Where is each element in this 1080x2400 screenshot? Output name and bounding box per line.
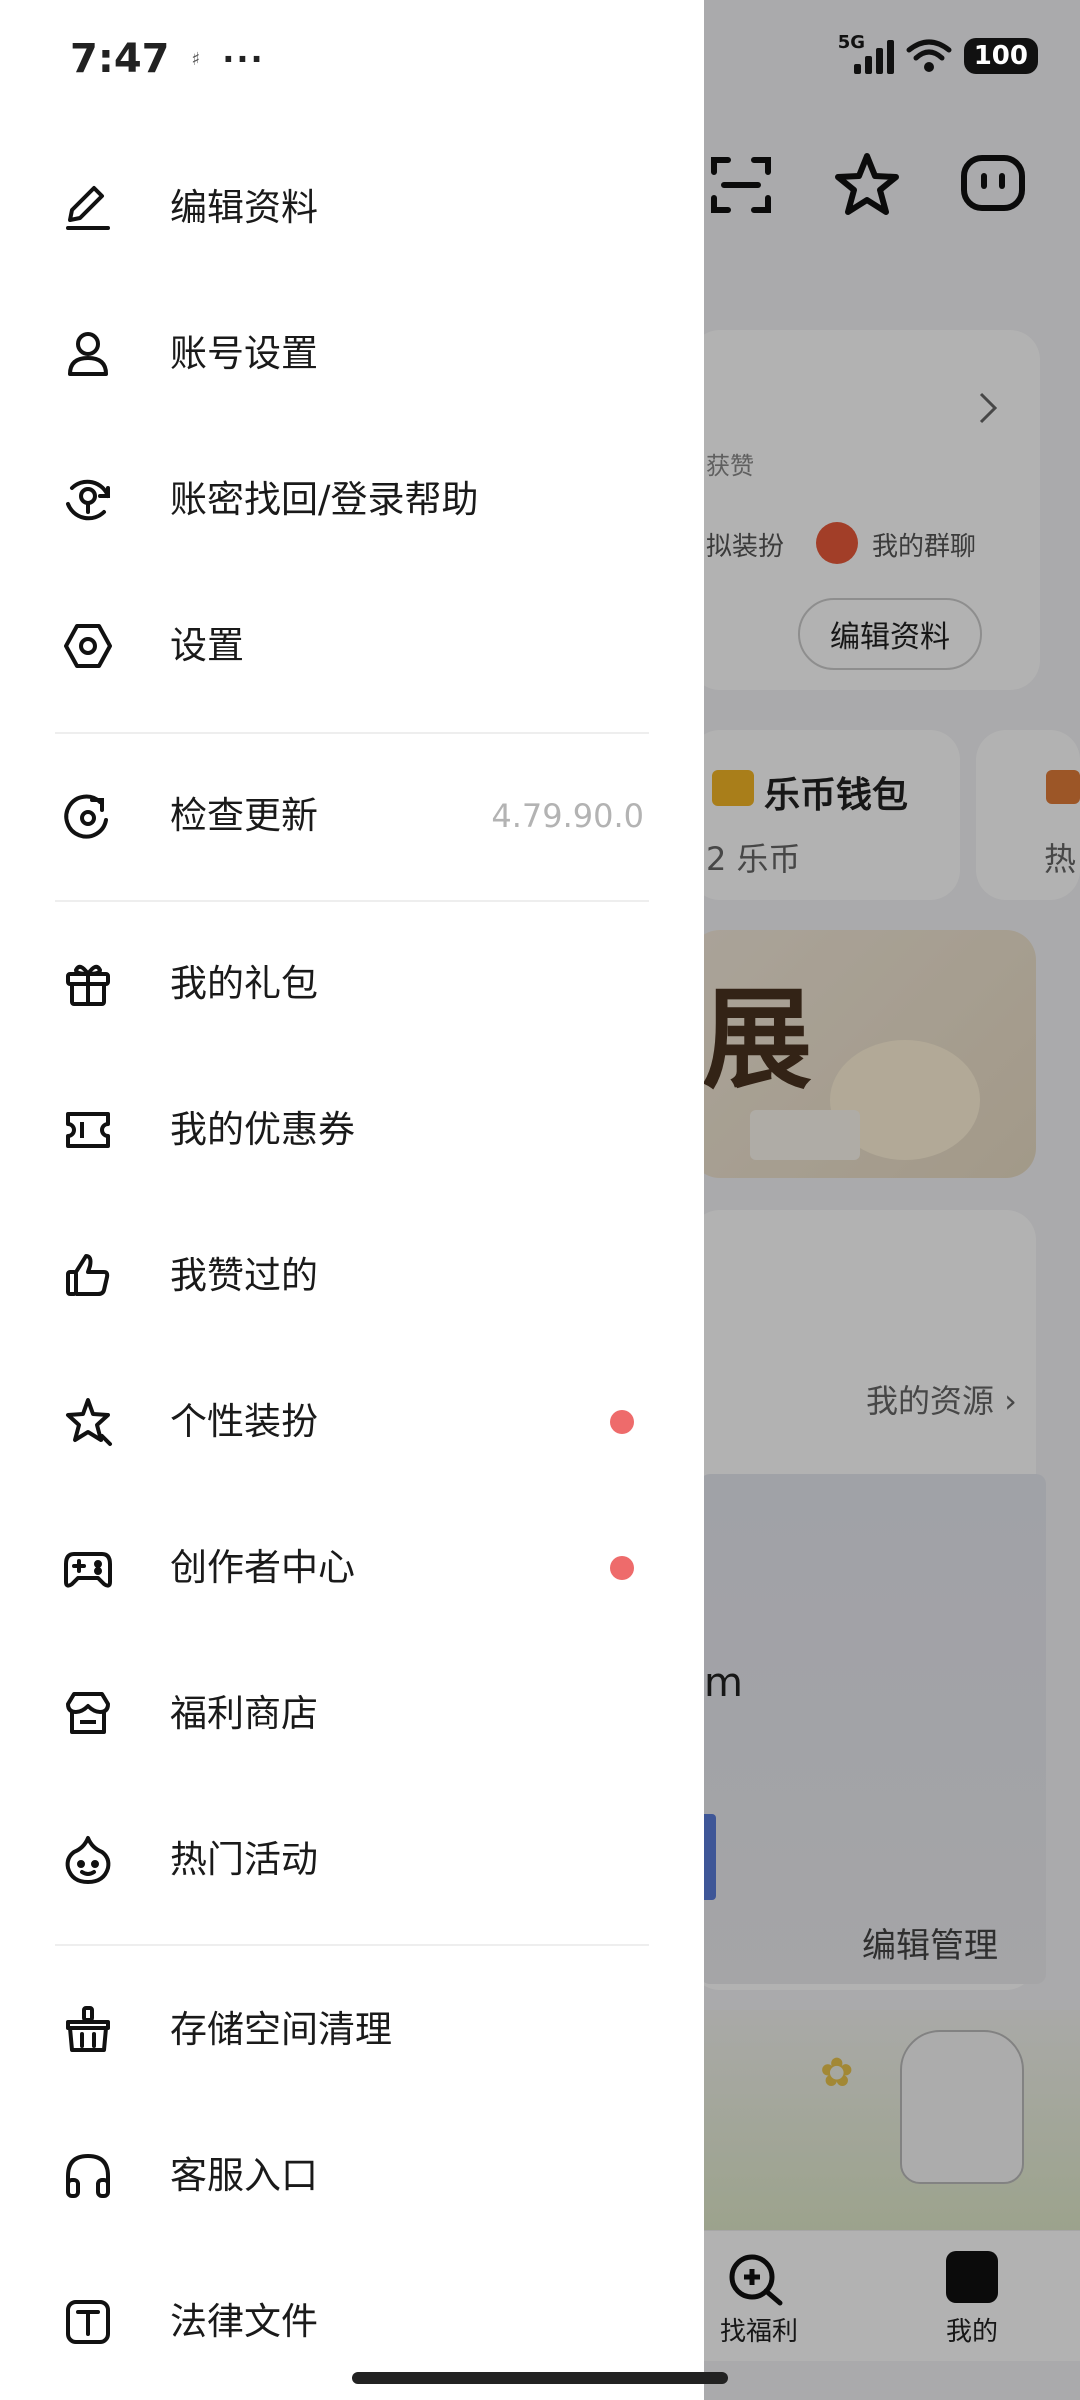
menu-item-hot-events[interactable]: 热门活动 [0, 1800, 704, 1920]
star-dress-icon [62, 1396, 114, 1448]
status-right: 5G 100 [838, 32, 1038, 74]
red-dot-badge [610, 1556, 634, 1580]
home-indicator[interactable] [352, 2372, 728, 2384]
menu-item-account-recovery[interactable]: 账密找回/登录帮助 [0, 440, 704, 560]
battery-icon: 100 [963, 38, 1038, 74]
menu-label: 设置 [170, 624, 244, 667]
menu-label: 福利商店 [170, 1692, 318, 1735]
menu-label: 我的礼包 [170, 962, 318, 1005]
divider [55, 1944, 649, 1946]
edit-icon [62, 182, 114, 234]
clock: 7:47 [70, 36, 170, 82]
menu-label: 客服入口 [170, 2154, 318, 2197]
menu-item-check-update[interactable]: 检查更新 4.79.90.0 [0, 756, 704, 876]
legal-doc-icon [62, 2296, 114, 2348]
headphones-icon [62, 2150, 114, 2202]
settings-icon [62, 620, 114, 672]
menu-label: 账号设置 [170, 332, 318, 375]
more-notifications-icon: ··· [222, 40, 265, 78]
status-left: 7:47 ♯ ··· [70, 36, 265, 82]
menu-label: 我的优惠券 [170, 1108, 355, 1151]
menu-label: 法律文件 [170, 2300, 318, 2343]
menu-label: 创作者中心 [170, 1546, 355, 1589]
key-recover-icon [62, 474, 114, 526]
menu-label: 检查更新 [170, 794, 318, 837]
menu-label: 我赞过的 [170, 1254, 318, 1297]
red-dot-badge [610, 1410, 634, 1434]
store-icon [62, 1688, 114, 1740]
menu-label: 个性装扮 [170, 1400, 318, 1443]
user-icon [62, 328, 114, 380]
wifi-icon [906, 39, 952, 72]
notification-icon: ♯ [191, 48, 201, 70]
thumbs-up-icon [62, 1250, 114, 1302]
side-drawer: 7:47 ♯ ··· 编辑资料 账号设置 账密找回/登录帮助 设置 检查更新 4… [0, 0, 704, 2400]
menu-item-coupons[interactable]: 我的优惠券 [0, 1070, 704, 1190]
clean-basket-icon [62, 2004, 114, 2056]
menu-label: 热门活动 [170, 1838, 318, 1881]
signal-icon: 5G [838, 32, 894, 74]
divider [55, 732, 649, 734]
menu-label: 编辑资料 [170, 186, 318, 229]
gift-icon [62, 958, 114, 1010]
menu-item-dress-up[interactable]: 个性装扮 [0, 1362, 704, 1482]
menu-item-customer-service[interactable]: 客服入口 [0, 2116, 704, 2236]
menu-label: 存储空间清理 [170, 2008, 392, 2051]
menu-item-storage-clean[interactable]: 存储空间清理 [0, 1970, 704, 2090]
menu-item-edit-profile[interactable]: 编辑资料 [0, 148, 704, 268]
update-icon [62, 790, 114, 842]
menu-label: 账密找回/登录帮助 [170, 478, 479, 521]
coupon-icon [62, 1104, 114, 1156]
menu-item-creator-center[interactable]: 创作者中心 [0, 1508, 704, 1628]
gamepad-icon [62, 1542, 114, 1594]
menu-item-account-settings[interactable]: 账号设置 [0, 294, 704, 414]
scrim-overlay[interactable] [700, 0, 1080, 2400]
menu-item-liked[interactable]: 我赞过的 [0, 1216, 704, 1336]
network-type: 5G [837, 32, 866, 53]
menu-item-legal-docs[interactable]: 法律文件 [0, 2262, 704, 2382]
menu-item-welfare-store[interactable]: 福利商店 [0, 1654, 704, 1774]
version-number: 4.79.90.0 [491, 797, 644, 835]
divider [55, 900, 649, 902]
activity-icon [62, 1834, 114, 1886]
menu-item-settings[interactable]: 设置 [0, 586, 704, 706]
menu-item-gifts[interactable]: 我的礼包 [0, 924, 704, 1044]
